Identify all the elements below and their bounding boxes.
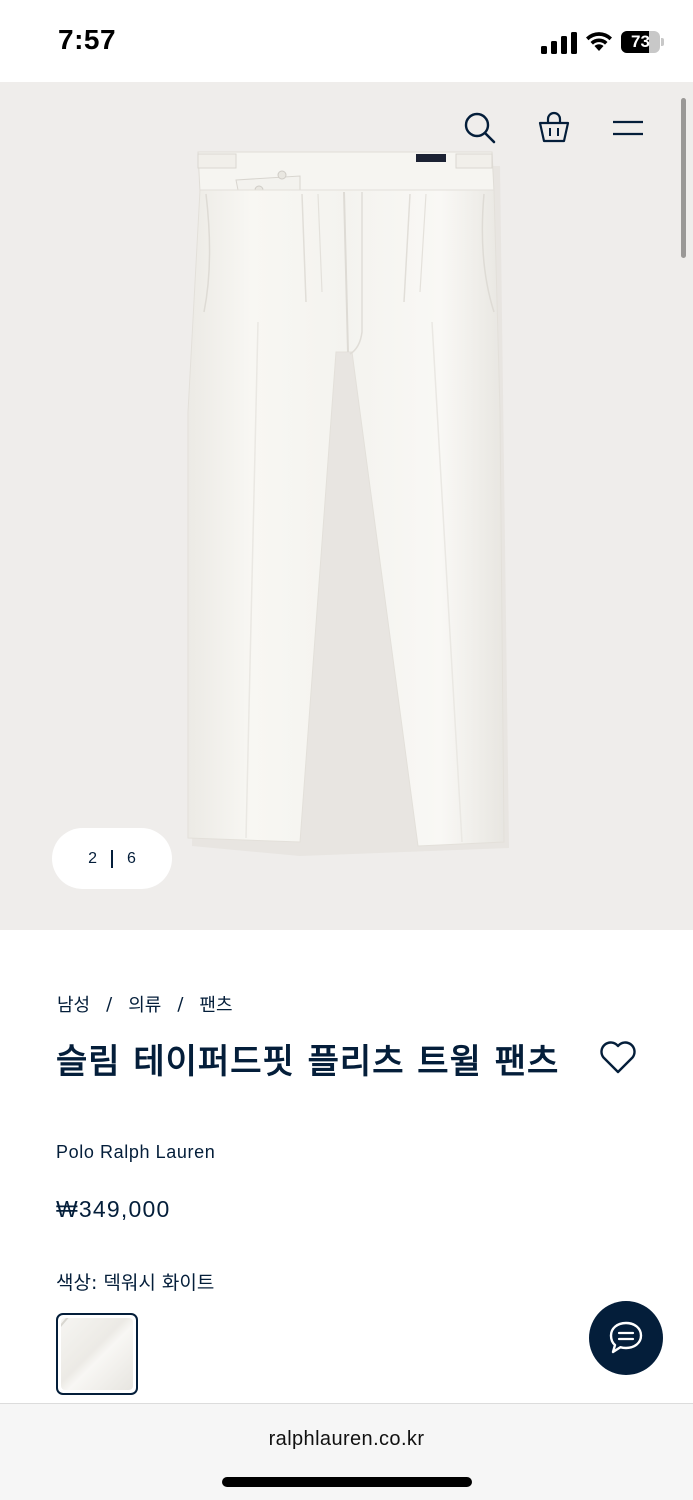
breadcrumb: 남성 / 의류 / 팬츠 [57,991,233,1017]
breadcrumb-separator: / [106,993,113,1015]
wishlist-heart-icon[interactable] [598,1038,638,1076]
product-price: ₩349,000 [56,1196,171,1222]
status-bar: 7:57 73 [0,0,693,82]
chat-button[interactable] [589,1301,663,1375]
swatch-image [61,1318,133,1390]
breadcrumb-clothing[interactable]: 의류 [128,991,161,1017]
gallery-pager[interactable]: 2 6 [52,828,172,889]
color-label: 색상: 덱워시 화이트 [56,1272,215,1294]
product-brand: Polo Ralph Lauren [56,1142,216,1162]
shopping-bag-icon[interactable] [536,110,572,146]
status-time: 7:57 [58,24,117,55]
breadcrumb-pants[interactable]: 팬츠 [199,991,232,1017]
battery-level: 73 [631,32,650,51]
pager-divider [111,849,113,868]
chat-bubble-icon [609,1321,643,1354]
menu-icon[interactable] [610,110,646,146]
breadcrumb-men[interactable]: 남성 [57,991,90,1017]
breadcrumb-separator: / [177,993,184,1015]
battery-icon: 73 [621,31,665,53]
product-image [187,151,509,856]
color-swatch-deckwash-white[interactable] [56,1313,138,1395]
url-text[interactable]: ralphlauren.co.kr [0,1428,693,1451]
page-scrollbar[interactable] [681,98,686,258]
product-image-gallery[interactable]: 2 6 [0,82,693,930]
product-title: 슬림 테이퍼드핏 플리츠 트윌 팬츠 [56,1042,560,1082]
cellular-signal-icon [541,32,577,54]
wifi-icon [586,32,612,51]
home-indicator[interactable] [222,1477,472,1487]
pager-current: 2 [88,849,97,867]
search-icon[interactable] [462,110,498,146]
browser-url-bar[interactable]: ralphlauren.co.kr [0,1403,693,1500]
pager-total: 6 [127,849,136,867]
